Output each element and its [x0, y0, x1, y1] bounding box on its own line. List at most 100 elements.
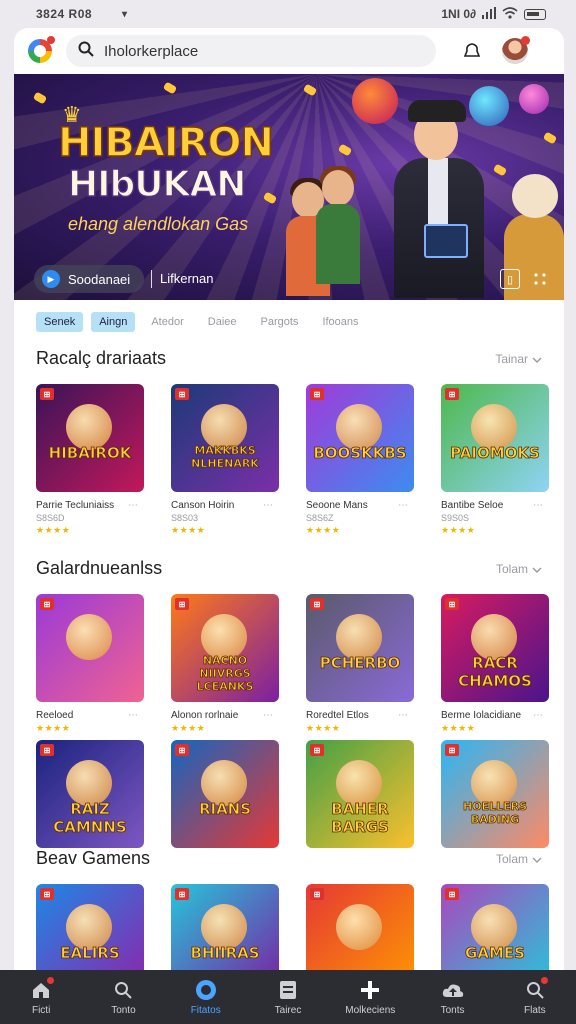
see-more-label: Tolam	[495, 852, 528, 866]
search-icon	[78, 41, 94, 62]
cloud-upload-icon	[442, 979, 464, 1001]
character-hat	[408, 100, 466, 122]
game-tile-title: BAHER BARGS	[331, 800, 390, 837]
game-tile[interactable]: ⊞ PCHERBO	[306, 594, 414, 702]
game-tile[interactable]: ⊞ MAKKBKS NLHENARK	[171, 384, 279, 492]
more-options-icon[interactable]: ⋯	[263, 500, 274, 511]
see-more-link[interactable]: Tainar	[495, 352, 542, 366]
game-tile[interactable]: ⊞ HOELLERS BADING	[441, 740, 549, 848]
banner-title-line2: HIbUKAN	[67, 163, 247, 206]
star-rating: ★★★★	[36, 723, 71, 733]
nav-item-upload[interactable]: Tonts	[417, 979, 489, 1016]
badge-icon: ⊞	[445, 598, 459, 610]
character-boy	[312, 166, 372, 284]
see-more-link[interactable]: Tolam	[496, 852, 542, 866]
game-tile[interactable]: ⊞ RACR CHAMOS	[441, 594, 549, 702]
nav-item-create[interactable]: Molkeciens	[334, 979, 406, 1016]
more-options-icon[interactable]: ⋯	[398, 710, 409, 721]
nav-item-search[interactable]: Tonto	[87, 979, 159, 1016]
notification-icon: ▾	[122, 8, 128, 20]
search-icon	[524, 976, 548, 1001]
star-rating: ★★★★	[36, 525, 71, 535]
battery-icon	[524, 8, 546, 20]
game-tile[interactable]: ⊞ BAHER BARGS	[306, 740, 414, 848]
chip-5[interactable]: Ifooans	[314, 312, 366, 332]
game-name[interactable]: Seoone Mans	[306, 500, 368, 511]
game-screen-icon	[424, 224, 468, 258]
game-name[interactable]: Reeloed	[36, 710, 73, 721]
see-more-link[interactable]: Tolam	[496, 562, 542, 576]
fullscreen-icon[interactable]: ▯	[500, 269, 520, 289]
game-tile[interactable]: ⊞ HIBAIROK	[36, 384, 144, 492]
banner-controls: ▯	[500, 269, 550, 289]
chip-2[interactable]: Atedor	[143, 312, 191, 332]
status-icons: 1NI 0∂	[441, 6, 546, 22]
notification-bell-icon[interactable]	[460, 39, 484, 63]
game-tile-title: HIBAIROK	[48, 444, 132, 463]
badge-icon: ⊞	[175, 388, 189, 400]
game-tile-title: RIANS	[198, 800, 252, 819]
see-more-label: Tolam	[495, 562, 528, 576]
star-rating: ★★★★	[171, 525, 206, 535]
more-options-icon[interactable]: ⋯	[128, 710, 139, 721]
game-name[interactable]: Bantibe Seloe	[441, 500, 503, 511]
game-tile-title: BOOSKKBS	[313, 444, 407, 463]
app-logo-icon[interactable]	[28, 36, 55, 63]
chip-0[interactable]: Senek	[36, 312, 84, 332]
badge-icon: ⊞	[445, 388, 459, 400]
game-tile-title: NACNO NIIVRGS LCEANKS	[196, 654, 254, 694]
grid-icon[interactable]	[530, 269, 550, 289]
nav-item-search-2[interactable]: Flats	[499, 976, 571, 1016]
chevron-down-icon	[532, 352, 542, 366]
badge-icon: ⊞	[40, 888, 54, 900]
game-tile-title: EALIRS	[60, 944, 120, 963]
game-name[interactable]: Berme Iolacidiane	[441, 710, 521, 721]
chip-3[interactable]: Daiee	[200, 312, 245, 332]
wifi-icon	[502, 6, 518, 22]
more-options-icon[interactable]: ⋯	[533, 710, 544, 721]
game-tile[interactable]: ⊞ RIANS	[171, 740, 279, 848]
nav-item-document[interactable]: Tairec	[252, 979, 324, 1016]
play-icon: ▶	[42, 270, 60, 288]
search-input[interactable]	[104, 42, 404, 60]
more-options-icon[interactable]: ⋯	[128, 500, 139, 511]
star-rating: ★★★★	[171, 723, 206, 733]
banner-link[interactable]: Lifkernan	[160, 271, 213, 286]
banner-play-button[interactable]: ▶ Soodanaei	[34, 265, 144, 293]
chip-4[interactable]: Pargots	[253, 312, 307, 332]
more-options-icon[interactable]: ⋯	[263, 710, 274, 721]
nav-label: Tonto	[111, 1004, 136, 1016]
chevron-down-icon	[532, 562, 542, 576]
game-tile-title: BHIIRAS	[190, 944, 260, 963]
more-options-icon[interactable]: ⋯	[398, 500, 409, 511]
game-name[interactable]: Alonon rorlnaie	[171, 710, 238, 721]
signal-icon	[482, 6, 496, 22]
badge-icon: ⊞	[40, 598, 54, 610]
game-name[interactable]: Canson Hoirin	[171, 500, 234, 511]
badge-icon: ⊞	[310, 888, 324, 900]
game-subtitle: S8S6Z	[306, 513, 334, 523]
game-tile[interactable]: ⊞ RAIZ CAMNNS	[36, 740, 144, 848]
game-tile-title: PCHERBO	[319, 654, 401, 673]
game-tile[interactable]: ⊞	[36, 594, 144, 702]
star-rating: ★★★★	[441, 525, 476, 535]
featured-banner[interactable]: ♛ HIBAIRON HIbUKAN ehang alendlokan Gas	[14, 74, 564, 300]
notification-dot	[47, 976, 55, 984]
game-tile[interactable]: ⊞ NACNO NIIVRGS LCEANKS	[171, 594, 279, 702]
badge-icon: ⊞	[175, 598, 189, 610]
game-name[interactable]: Parrie Tecluniaiss	[36, 500, 114, 511]
game-subtitle: S9S0S	[441, 513, 470, 523]
avatar[interactable]	[502, 36, 530, 64]
nav-item-chat[interactable]: Fitatos	[170, 979, 242, 1016]
game-tile[interactable]: ⊞ BOOSKKBS	[306, 384, 414, 492]
nav-item-home[interactable]: Ficti	[5, 976, 77, 1016]
game-character-art	[66, 614, 112, 660]
more-options-icon[interactable]: ⋯	[533, 500, 544, 511]
chip-1[interactable]: Aingn	[91, 312, 136, 332]
star-rating: ★★★★	[306, 723, 341, 733]
nav-label: Tonts	[440, 1004, 465, 1016]
nav-label: Fitatos	[190, 1004, 221, 1016]
game-tile[interactable]: ⊞ PAIOMOKS	[441, 384, 549, 492]
search-bar[interactable]	[66, 35, 436, 67]
game-name[interactable]: Roredtel Etlos	[306, 710, 369, 721]
